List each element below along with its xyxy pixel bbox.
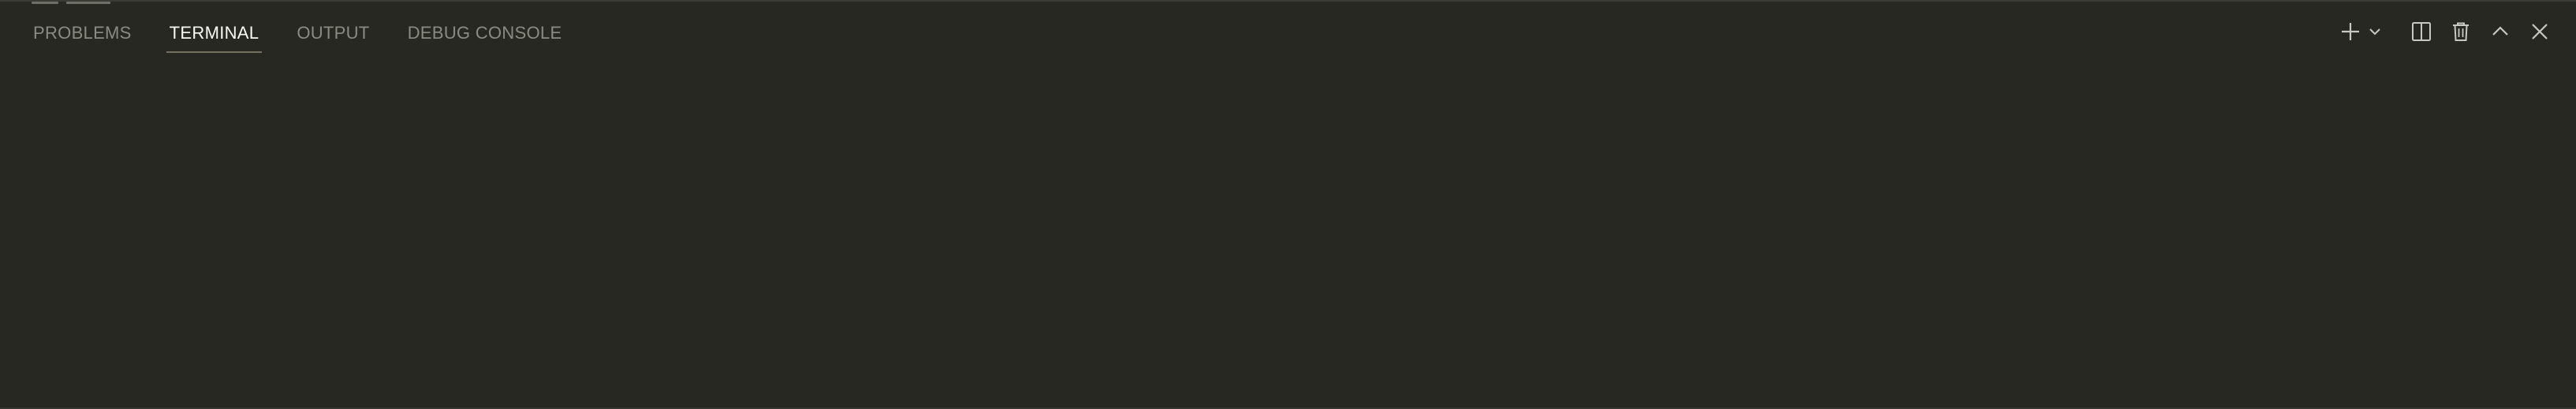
chevron-up-icon	[2492, 26, 2508, 36]
close-icon	[2532, 24, 2548, 39]
new-terminal-button[interactable]	[2335, 16, 2366, 47]
panel-tabs: PROBLEMS TERMINAL OUTPUT DEBUG CONSOLE	[0, 2, 562, 63]
split-icon	[2412, 22, 2431, 41]
terminal-launch-profile-dropdown[interactable]	[2366, 16, 2384, 47]
tab-debug-console[interactable]: DEBUG CONSOLE	[408, 2, 562, 63]
trash-icon	[2453, 22, 2469, 41]
tab-problems[interactable]: PROBLEMS	[33, 2, 132, 63]
kill-terminal-button[interactable]	[2445, 16, 2477, 47]
split-terminal-button[interactable]	[2406, 16, 2437, 47]
tab-output[interactable]: OUTPUT	[297, 2, 369, 63]
close-panel-button[interactable]	[2524, 16, 2555, 47]
panel-actions	[2327, 13, 2555, 51]
maximize-panel-button[interactable]	[2485, 16, 2516, 47]
chevron-down-icon	[2369, 28, 2380, 36]
terminal-panel: PROBLEMS TERMINAL OUTPUT DEBUG CONSOLE	[0, 0, 2576, 409]
plus-icon	[2342, 23, 2359, 40]
terminal-content-area[interactable]	[0, 63, 2576, 409]
tab-terminal[interactable]: TERMINAL	[166, 2, 262, 63]
